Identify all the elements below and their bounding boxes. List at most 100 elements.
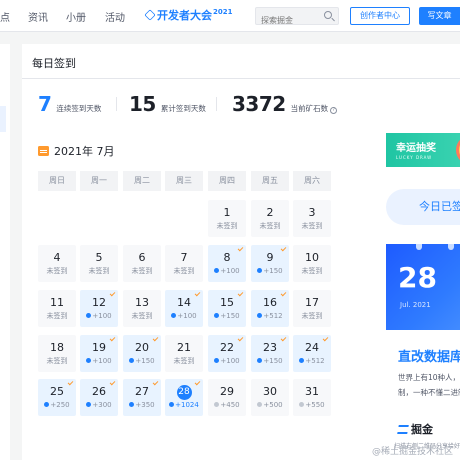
top-navbar: 点 资讯 小册 活动 开发者大会2021 创作者中心 写文章: [0, 0, 460, 32]
calendar-day[interactable]: 30 +500: [251, 379, 289, 416]
search-box[interactable]: [255, 7, 339, 29]
calendar-day[interactable]: 27 +350: [123, 379, 161, 416]
calendar-day[interactable]: 3 未签到: [293, 200, 331, 237]
creator-center-button[interactable]: 创作者中心: [350, 7, 410, 25]
checkmark-icon: [280, 245, 287, 252]
calendar-day[interactable]: 6 未签到: [123, 245, 161, 282]
calendar-day[interactable]: 7 未签到: [165, 245, 203, 282]
stat-label: 累计签到天数: [160, 104, 206, 113]
calendar-day[interactable]: 16 +512: [251, 290, 289, 327]
calendar-day[interactable]: 15 +150: [208, 290, 246, 327]
day-number: 11: [50, 296, 64, 309]
day-number: 20: [135, 341, 149, 354]
lucky-draw-subtitle: LUCKY DRAW: [396, 155, 433, 160]
calendar-day[interactable]: 19 +100: [80, 335, 118, 372]
ore-icon: [214, 402, 220, 407]
calendar-day[interactable]: 8 +100: [208, 245, 246, 282]
nav-item-0[interactable]: 点: [0, 9, 10, 24]
stat-value: 3372: [232, 92, 286, 116]
divider: [216, 97, 217, 111]
day-number: 6: [138, 251, 146, 264]
calendar-day[interactable]: 21 未签到: [165, 335, 203, 372]
calendar-day[interactable]: 9 +150: [251, 245, 289, 282]
calendar-day[interactable]: 1 未签到: [208, 200, 246, 237]
day-reward: +550: [305, 401, 325, 409]
calendar-day[interactable]: 24 +512: [293, 335, 331, 372]
calendar-day[interactable]: 5 未签到: [80, 245, 118, 282]
daily-word-desc-line1: 世界上有10种人，一种懂: [398, 373, 460, 382]
calendar-day[interactable]: 23 +150: [251, 335, 289, 372]
nav-item-events[interactable]: 活动: [105, 9, 125, 24]
conference-year: 2021: [213, 8, 233, 16]
day-number: 9: [266, 251, 274, 264]
calendar-day[interactable]: 13 未签到: [123, 290, 161, 327]
ore-icon: [44, 402, 50, 407]
search-input[interactable]: [256, 12, 318, 29]
stat-total-days: 15 累计签到天数: [129, 92, 206, 116]
calendar-day[interactable]: 22 +100: [208, 335, 246, 372]
watermark: @稀土掘金技术社区: [372, 447, 454, 457]
day-status: +150: [208, 312, 246, 320]
day-status: 未签到: [38, 357, 76, 365]
search-icon[interactable]: [324, 11, 332, 19]
checked-in-button[interactable]: 今日已签到: [386, 189, 460, 225]
nav-item-books[interactable]: 小册: [66, 9, 86, 24]
calendar-day[interactable]: 12 +100: [80, 290, 118, 327]
day-reward: +150: [220, 312, 240, 320]
calendar-day[interactable]: 28 +1024: [165, 379, 203, 416]
ore-icon: [299, 402, 305, 407]
day-number: 7: [180, 251, 188, 264]
calendar-day[interactable]: 31 +550: [293, 379, 331, 416]
stat-ore-count: 3372 当前矿石数?: [232, 92, 338, 116]
calendar-day[interactable]: 11 未签到: [38, 290, 76, 327]
calendar-day[interactable]: 26 +300: [80, 379, 118, 416]
ore-icon: [257, 268, 263, 273]
stat-value: 7: [38, 92, 52, 116]
ore-icon: [129, 402, 135, 407]
checkmark-icon: [109, 335, 116, 342]
day-number: 24: [305, 341, 319, 354]
day-status: +150: [251, 267, 289, 275]
nav-item-dev-conference[interactable]: 开发者大会2021: [144, 7, 233, 23]
day-status: 未签到: [208, 222, 246, 230]
write-article-button[interactable]: 写文章: [419, 7, 460, 25]
calendar-day[interactable]: 29 +450: [208, 379, 246, 416]
nav-item-news[interactable]: 资讯: [28, 9, 48, 24]
day-reward: 未签到: [173, 267, 195, 275]
day-status: +150: [251, 357, 289, 365]
day-reward: +450: [220, 401, 240, 409]
calendar-day[interactable]: 10 未签到: [293, 245, 331, 282]
day-status: +100: [208, 267, 246, 275]
calendar-day[interactable]: 14 +100: [165, 290, 203, 327]
info-icon[interactable]: ?: [330, 107, 338, 114]
ore-icon: [214, 268, 220, 273]
calendar-day[interactable]: 17 未签到: [293, 290, 331, 327]
calendar-day[interactable]: 20 +150: [123, 335, 161, 372]
day-number: 12: [92, 296, 106, 309]
calendar-day[interactable]: 2 未签到: [251, 200, 289, 237]
calendar-day[interactable]: 25 +250: [38, 379, 76, 416]
stat-label: 连续签到天数: [56, 104, 102, 113]
ore-icon: [214, 313, 220, 318]
day-status: 未签到: [38, 267, 76, 275]
day-number: 19: [92, 341, 106, 354]
juejin-brand: 掘金: [397, 421, 433, 437]
calendar-day[interactable]: 4 未签到: [38, 245, 76, 282]
weekday-header: 周五: [251, 171, 289, 191]
checkin-title: 每日签到: [32, 57, 76, 70]
day-number: 29: [220, 385, 234, 398]
day-status: +512: [251, 312, 289, 320]
day-status: +250: [38, 401, 76, 409]
day-status: 未签到: [123, 312, 161, 320]
day-reward: +512: [263, 312, 283, 320]
weekday-header: 周二: [123, 171, 161, 191]
day-number: 30: [263, 385, 277, 398]
lucky-draw-banner[interactable]: 幸运抽奖 LUCKY DRAW: [386, 133, 460, 167]
day-reward: 未签到: [301, 312, 323, 320]
day-reward: +350: [135, 401, 155, 409]
day-reward: 未签到: [131, 267, 153, 275]
juejin-logo-icon: [397, 425, 409, 434]
sidebar-selected-item[interactable]: [0, 106, 6, 132]
checkmark-icon: [152, 379, 159, 386]
calendar-day[interactable]: 18 未签到: [38, 335, 76, 372]
